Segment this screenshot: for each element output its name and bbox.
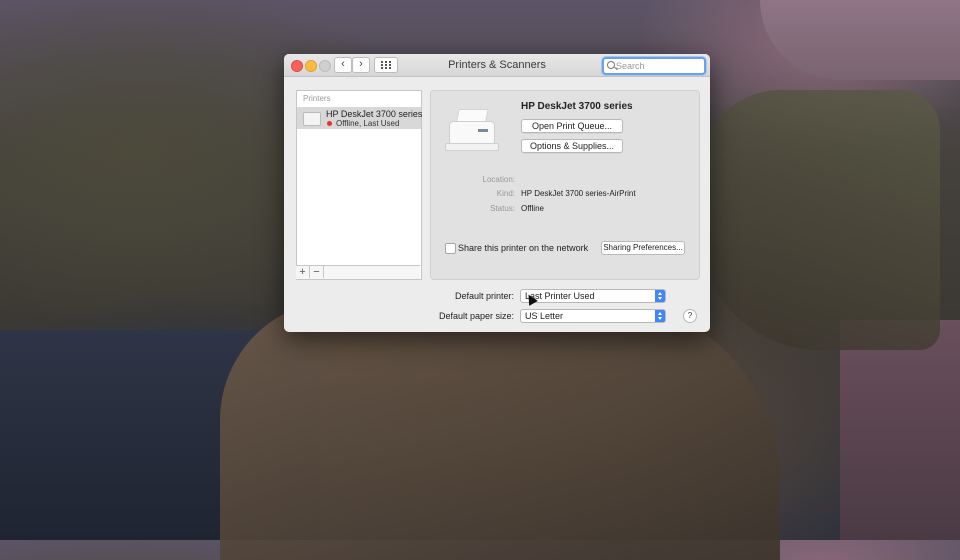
- help-icon: ?: [687, 311, 693, 320]
- printer-icon: [303, 112, 321, 126]
- sharing-preferences-button[interactable]: Sharing Preferences...: [601, 241, 685, 255]
- remove-printer-button[interactable]: −: [310, 266, 324, 278]
- share-printer-label[interactable]: Share this printer on the network: [458, 243, 588, 253]
- wallpaper-sky: [760, 0, 960, 80]
- share-printer-checkbox[interactable]: [445, 243, 456, 254]
- printer-list-footer: + −: [296, 265, 420, 279]
- search-input[interactable]: [616, 59, 700, 73]
- chevron-updown-icon: [655, 310, 665, 322]
- location-label: Location:: [482, 175, 515, 184]
- status-label: Status:: [490, 204, 515, 213]
- add-printer-button[interactable]: +: [296, 266, 310, 278]
- default-paper-label: Default paper size:: [438, 311, 514, 321]
- printers-scanners-window: ‹ › Printers & Scanners Printers HP Desk…: [284, 54, 710, 332]
- default-printer-label: Default printer:: [454, 291, 514, 301]
- wallpaper-cliff-right: [700, 90, 940, 350]
- printer-title: HP DeskJet 3700 series: [521, 101, 633, 112]
- options-supplies-button[interactable]: Options & Supplies...: [521, 139, 623, 153]
- printer-list-item[interactable]: HP DeskJet 3700 series Offline, Last Use…: [297, 107, 423, 129]
- default-printer-select[interactable]: Last Printer Used: [520, 289, 666, 303]
- printer-list-header: Printers: [303, 94, 331, 103]
- status-value: Offline: [521, 204, 544, 213]
- printer-detail-panel: HP DeskJet 3700 series Open Print Queue.…: [430, 90, 700, 280]
- search-icon: [607, 61, 615, 69]
- default-paper-value: US Letter: [525, 311, 564, 321]
- printer-item-status: Offline, Last Used: [336, 119, 400, 128]
- help-button[interactable]: ?: [683, 309, 697, 323]
- wallpaper-water-right: [840, 320, 960, 540]
- chevron-updown-icon: [655, 290, 665, 302]
- open-print-queue-button[interactable]: Open Print Queue...: [521, 119, 623, 133]
- printer-icon: [445, 107, 501, 155]
- titlebar: ‹ › Printers & Scanners: [284, 54, 710, 77]
- printer-list[interactable]: Printers HP DeskJet 3700 series Offline,…: [296, 90, 422, 280]
- wallpaper-cliff-center: [220, 300, 780, 560]
- search-field[interactable]: [602, 57, 706, 75]
- kind-label: Kind:: [496, 189, 515, 198]
- offline-status-dot: [327, 121, 332, 126]
- kind-value: HP DeskJet 3700 series-AirPrint: [521, 189, 636, 198]
- default-paper-select[interactable]: US Letter: [520, 309, 666, 323]
- printer-item-name: HP DeskJet 3700 series: [326, 109, 423, 119]
